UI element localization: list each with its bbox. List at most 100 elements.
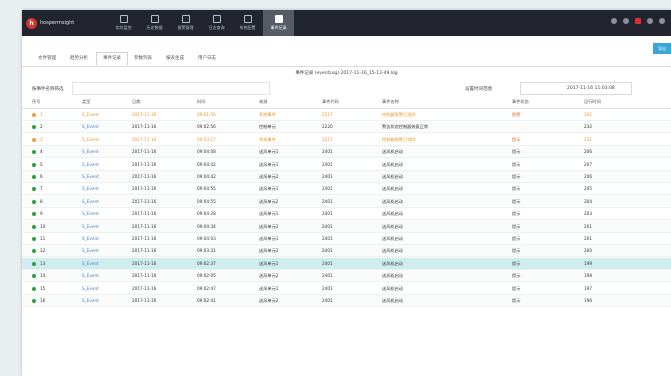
cell-state: 提示 <box>512 236 521 241</box>
cell-state: 提示 <box>512 273 521 279</box>
status-dot-icon <box>32 274 36 279</box>
cell-type: S_Event <box>82 198 99 204</box>
status-dot-icon <box>32 286 36 291</box>
column-header[interactable]: 来源 <box>259 96 267 108</box>
cell-name: 控制器报警已消除 <box>382 112 416 117</box>
table-row[interactable]: 15 S_Event 2017-11-16 09:02:47 送风单元1 2401 送风机启… <box>22 283 671 295</box>
cell-src: 送风单元2 <box>259 298 279 303</box>
cell-name: 送风机启动 <box>382 236 403 241</box>
cell-src: 送风单元2 <box>259 174 279 179</box>
column-header[interactable]: 序号 <box>32 96 40 108</box>
cell-code: 2401 <box>322 273 333 279</box>
time-label: 设置时间范围 <box>465 87 492 92</box>
column-header[interactable]: 事件名称 <box>382 96 399 108</box>
cell-state: 提示 <box>512 136 521 142</box>
table-row[interactable]: 13 S_Event 2017-11-16 09:02:37 送风单元1 2401 送风机启… <box>22 257 671 270</box>
cell-n: 4 <box>40 149 43 155</box>
cell-time: 09:04:34 <box>197 223 216 229</box>
filter-input[interactable] <box>72 82 270 95</box>
table-row[interactable]: 11 S_Event 2017-11-16 09:04:03 送风单元1 2401 送风机启… <box>22 233 671 245</box>
table-row[interactable]: 8 S_Event 2017-11-16 09:04:55 送风单元2 2401 送风机启动… <box>22 195 671 208</box>
cell-type: S_Event <box>82 174 99 179</box>
table-row[interactable]: 16 S_Event 2017-11-16 09:02:41 送风单元2 2401 送风机启… <box>22 295 671 307</box>
status-dot-icon <box>32 249 36 254</box>
nav-item-label: 历史数据 <box>146 25 163 30</box>
cell-code: 2401 <box>322 285 333 291</box>
table-row[interactable]: 3 S_Event 2017-11-16 09:03:17 系统事件 2217 控制器报警已… <box>22 134 671 146</box>
table-row[interactable]: 7 S_Event 2017-11-16 09:04:55 送风单元1 2401 送风机启动… <box>22 183 671 196</box>
cell-runtime: 198 <box>584 273 592 279</box>
table-row[interactable]: 10 S_Event 2017-11-16 09:04:34 送风单元2 2401 送风机启… <box>22 220 671 233</box>
cell-state: 提示 <box>512 223 521 229</box>
tab-0[interactable]: 文件管理 <box>32 53 62 65</box>
cell-name: 送风机启动 <box>382 260 403 266</box>
minimize-icon[interactable] <box>647 18 653 24</box>
cell-runtime: 197 <box>584 285 592 291</box>
table-row[interactable]: 5 S_Event 2017-11-16 09:04:42 送风单元1 2401 送风机启动… <box>22 159 671 171</box>
table-row[interactable]: 4 S_Event 2017-11-16 09:04:08 送风单元1 2401 送风机启动… <box>22 146 671 159</box>
user-icon[interactable] <box>623 18 629 24</box>
nav-item-1[interactable]: 历史数据 <box>139 10 170 36</box>
cell-state: 报警 <box>512 112 521 117</box>
tab-1[interactable]: 趋势分析 <box>64 53 94 65</box>
cell-code: 2401 <box>322 198 333 204</box>
cell-date: 2017-11-16 <box>132 161 157 167</box>
cell-code: 2401 <box>322 161 333 167</box>
top-bar: h hospermsight 实时监控 历史数据 报警管理 日志查询 系统配置 事件记录 <box>22 10 671 36</box>
cell-state: 提示 <box>512 198 521 204</box>
cell-runtime: 232 <box>584 124 592 130</box>
table-row[interactable]: 12 S_Event 2017-11-16 09:03:31 送风单元2 2401 送风机启… <box>22 245 671 258</box>
close-icon[interactable] <box>659 18 665 24</box>
alarm-bell-icon[interactable] <box>635 18 641 24</box>
cell-type: S_Event <box>82 260 99 266</box>
tab-4[interactable]: 报表生成 <box>160 53 190 65</box>
nav-item-label: 系统配置 <box>239 25 256 30</box>
tab-2[interactable]: 事件记录 <box>96 52 128 66</box>
logo-text: hospermsight <box>40 20 75 26</box>
tab-5[interactable]: 用户日志 <box>192 53 222 65</box>
cell-src: 送风单元2 <box>259 223 279 229</box>
cell-code: 2220 <box>322 124 333 130</box>
status-dot-icon <box>32 175 36 179</box>
column-header[interactable]: 日期 <box>132 96 140 108</box>
cell-n: 9 <box>40 211 43 217</box>
cell-runtime: 201 <box>584 236 592 241</box>
nav-item-0[interactable]: 实时监控 <box>108 10 139 36</box>
cell-n: 13 <box>40 260 46 266</box>
cell-time: 09:04:55 <box>197 198 216 204</box>
tab-3[interactable]: 参数列表 <box>128 53 158 65</box>
cell-time: 09:04:28 <box>197 211 216 217</box>
settings-icon[interactable] <box>611 18 617 24</box>
nav-item-4[interactable]: 系统配置 <box>232 10 263 36</box>
log-caption: 事件记录 (eventLog) 2017-11-16_15-13-49.log <box>295 71 398 76</box>
cell-code: 2401 <box>322 260 333 266</box>
cell-runtime: 231 <box>584 136 592 142</box>
column-header[interactable]: 类型 <box>82 96 90 108</box>
table-row[interactable]: 1 S_Event 2017-11-16 09:01:56 系统事件 2217 控制器报警已… <box>22 109 671 121</box>
cell-n: 16 <box>40 298 46 303</box>
cell-runtime: 200 <box>584 248 592 254</box>
cell-n: 3 <box>40 136 43 142</box>
table-row[interactable]: 14 S_Event 2017-11-16 09:02:05 送风单元2 2401 送风机启… <box>22 270 671 283</box>
alarm-icon <box>181 15 190 23</box>
cell-src: 送风单元1 <box>259 161 279 167</box>
nav-item-3[interactable]: 日志查询 <box>201 10 232 36</box>
column-header[interactable]: 事件状态 <box>512 96 529 108</box>
nav-item-2[interactable]: 报警管理 <box>170 10 201 36</box>
table-row[interactable]: 6 S_Event 2017-11-16 09:04:42 送风单元2 2401 送风机启动… <box>22 171 671 183</box>
cell-date: 2017-11-16 <box>132 248 157 254</box>
nav-item-5[interactable]: 事件记录 <box>263 10 294 36</box>
table-row[interactable]: 9 S_Event 2017-11-16 09:04:28 送风单元1 2401 送风机启动… <box>22 208 671 221</box>
cell-src: 送风单元1 <box>259 149 279 155</box>
cell-code: 2401 <box>322 236 333 241</box>
column-header[interactable]: 时间 <box>197 96 205 108</box>
cell-code: 2401 <box>322 298 333 303</box>
cell-runtime: 201 <box>584 223 592 229</box>
cell-type: S_Event <box>82 149 99 155</box>
cell-time: 09:03:17 <box>197 136 216 142</box>
column-header[interactable]: 事件代码 <box>322 96 339 108</box>
cell-type: S_Event <box>82 112 99 117</box>
table-row[interactable]: 2 S_Event 2017-11-16 09:02:56 控制单元 2220 警告状态控制… <box>22 121 671 134</box>
cell-name: 送风机启动 <box>382 211 403 217</box>
column-header[interactable]: 运行时间 <box>584 96 601 108</box>
